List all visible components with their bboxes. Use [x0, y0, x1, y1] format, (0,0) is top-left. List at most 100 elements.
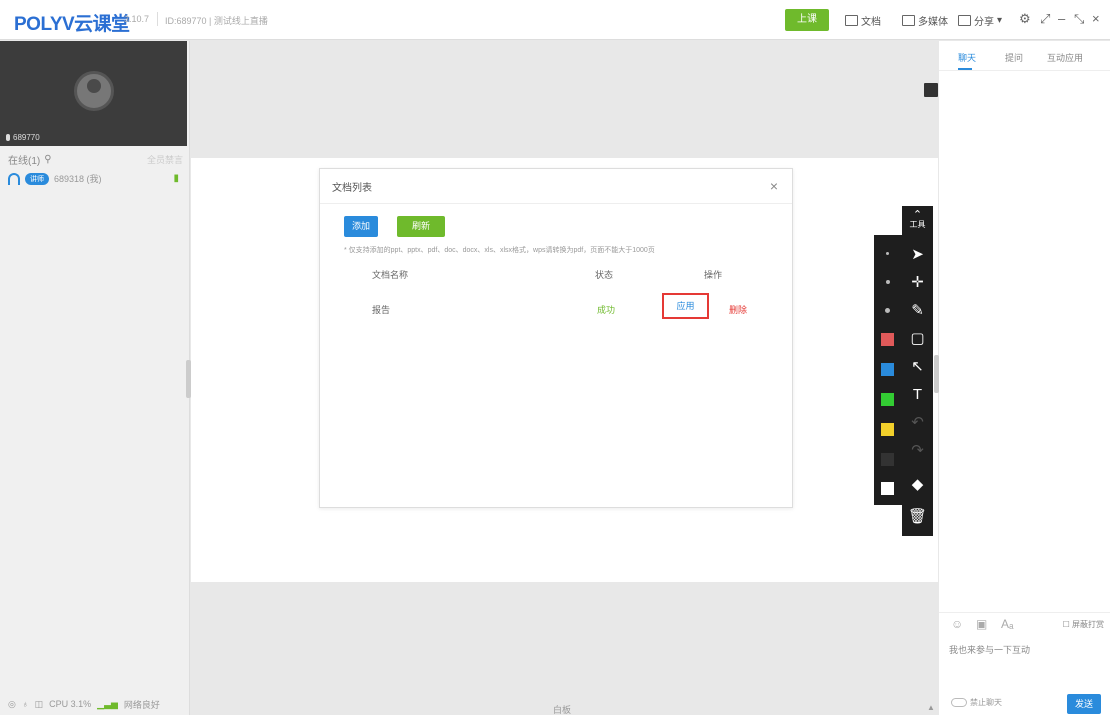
document-status: 成功 — [597, 305, 616, 315]
signal-icon: ▁▃▅ — [97, 698, 118, 709]
brush-size-large[interactable] — [885, 308, 890, 313]
emoji-icon[interactable]: ☺ — [951, 617, 963, 631]
laser-pointer-icon[interactable]: ✛ — [902, 270, 933, 296]
dialog-header: 文档列表 × — [320, 169, 792, 204]
apply-document-button[interactable]: 应用 — [662, 293, 709, 319]
status-bar: ◎ ♁ ◫ CPU 3.1% ▁▃▅ 网络良好 — [0, 693, 187, 715]
video-user-label: 689770 — [6, 133, 40, 142]
settings-small-icon[interactable]: ◎ — [8, 699, 16, 710]
fullscreen-icon[interactable] — [924, 83, 938, 97]
text-icon[interactable]: T — [902, 382, 933, 408]
user-list-item[interactable]: 讲师 689318 (我) ▮ — [8, 172, 183, 185]
document-name: 报告 — [372, 305, 391, 315]
chat-tabs: 聊天 提问 互动应用 — [939, 41, 1110, 71]
dialog-title: 文档列表 — [332, 182, 372, 194]
role-badge: 讲师 — [25, 172, 49, 185]
whiteboard-toolbar: ⌃ 工具 ➤ ✛ ✎ ▢ ↖ T ↶ ↷ ◆ 🗑 — [902, 206, 933, 536]
app-logo: POLYV云课堂 — [14, 14, 130, 35]
folder-icon — [845, 15, 858, 26]
add-document-button[interactable]: 添加 — [344, 216, 378, 237]
right-panel: 聊天 提问 互动应用 ☺ ▣ Aₐ ☐ 屏蔽打赏 我也来参与一下互动 禁止聊天 … — [939, 41, 1110, 715]
mute-all-link[interactable]: 全员禁言 — [147, 153, 183, 166]
chat-input[interactable]: 我也来参与一下互动 — [949, 643, 1030, 656]
left-panel: 689770 在线(1) ⚲ 全员禁言 讲师 689318 (我) ▮ ◎ ♁ … — [0, 41, 190, 715]
chevron-up-icon[interactable]: ⌃ — [902, 210, 933, 221]
pen-icon[interactable]: ✎ — [902, 298, 933, 324]
mic-icon — [6, 134, 10, 141]
image-icon[interactable]: ▣ — [976, 617, 987, 631]
whiteboard-label: 白板 — [553, 705, 572, 715]
camera-status-icon[interactable]: ◫ — [35, 699, 44, 710]
delete-document-button[interactable]: 删除 — [729, 303, 747, 316]
toolbar-toggle-label[interactable]: 工具 — [902, 220, 933, 230]
multimedia-button[interactable]: 多媒体 — [902, 13, 948, 28]
cpu-usage: CPU 3.1% — [49, 699, 92, 709]
select-pointer-icon[interactable]: ➤ — [902, 242, 933, 268]
search-icon[interactable]: ⚲ — [44, 154, 51, 165]
color-swatch-black[interactable] — [881, 453, 894, 466]
share-button[interactable]: 分享 ▾ — [958, 13, 1002, 28]
chevron-up-small-icon[interactable]: ▲ — [927, 703, 935, 712]
redo-icon[interactable]: ↷ — [902, 438, 933, 464]
arrow-icon[interactable]: ↖ — [902, 354, 933, 380]
active-tab-indicator — [958, 68, 972, 70]
session-info: ID:689770 | 测试线上直播 — [165, 16, 268, 26]
color-swatch-red[interactable] — [881, 333, 894, 346]
brush-size-medium[interactable] — [886, 280, 890, 284]
tab-interactive-apps[interactable]: 互动应用 — [1047, 51, 1083, 64]
chat-footer: 禁止聊天 发送 — [939, 691, 1110, 715]
refresh-button[interactable]: 刷新 — [397, 216, 445, 237]
docs-label: 文档 — [861, 17, 881, 28]
share-label: 分享 — [974, 17, 994, 28]
eraser-icon[interactable]: ◆ — [902, 472, 933, 498]
tab-chat[interactable]: 聊天 — [958, 51, 976, 64]
rectangle-icon[interactable]: ▢ — [902, 326, 933, 352]
font-size-icon[interactable]: Aₐ — [1001, 617, 1013, 631]
mic-status-icon[interactable]: ♁ — [22, 699, 29, 709]
multimedia-icon — [902, 15, 915, 26]
app-version: 3.10.7 — [124, 14, 150, 24]
online-count: 在线(1) — [8, 156, 41, 167]
undo-icon[interactable]: ↶ — [902, 410, 933, 436]
column-header-status: 状态 — [595, 270, 614, 280]
user-name: 689318 (我) — [54, 174, 102, 184]
upload-note: * 仅支持添加的ppt、pptx、pdf、doc、docx、xls、xlsx格式… — [344, 247, 655, 254]
title-divider — [157, 12, 158, 26]
minimize-icon[interactable]: – — [1058, 11, 1065, 26]
user-mic-icon[interactable]: ▮ — [173, 173, 179, 184]
trash-icon[interactable]: 🗑 — [902, 504, 933, 530]
ban-chat-toggle[interactable]: 禁止聊天 — [951, 697, 1002, 708]
restore-icon[interactable]: ⤢ — [1040, 11, 1050, 27]
start-class-button[interactable]: 上课 — [785, 9, 829, 31]
brush-size-small[interactable] — [886, 252, 889, 255]
online-header: 在线(1) ⚲ 全员禁言 — [8, 152, 183, 167]
close-icon[interactable]: × — [770, 178, 778, 194]
chat-toolbar: ☺ ▣ Aₐ ☐ 屏蔽打赏 — [939, 612, 1110, 636]
video-user-id: 689770 — [13, 133, 40, 142]
headset-icon — [8, 172, 20, 185]
ban-chat-label: 禁止聊天 — [970, 698, 1002, 707]
color-swatch-white[interactable] — [881, 482, 894, 495]
block-reward-checkbox[interactable]: ☐ 屏蔽打赏 — [1063, 619, 1104, 630]
multimedia-label: 多媒体 — [918, 17, 948, 28]
send-button[interactable]: 发送 — [1067, 694, 1101, 714]
color-swatch-blue[interactable] — [881, 363, 894, 376]
close-icon[interactable]: × — [1092, 11, 1100, 26]
color-palette — [874, 235, 902, 505]
settings-icon[interactable]: ⚙ — [1019, 11, 1031, 27]
share-dropdown-icon: ▾ — [997, 15, 1003, 26]
column-header-name: 文档名称 — [372, 270, 409, 280]
document-list-dialog: 文档列表 × 添加 刷新 * 仅支持添加的ppt、pptx、pdf、doc、do… — [319, 168, 793, 508]
share-icon — [958, 15, 971, 26]
tab-qa[interactable]: 提问 — [1005, 51, 1023, 64]
toggle-switch[interactable] — [951, 698, 967, 707]
maximize-icon[interactable]: ⤡ — [1074, 11, 1084, 27]
color-swatch-yellow[interactable] — [881, 423, 894, 436]
color-swatch-green[interactable] — [881, 393, 894, 406]
column-header-action: 操作 — [704, 270, 723, 280]
avatar — [74, 71, 114, 111]
docs-button[interactable]: 文档 — [845, 13, 881, 28]
network-status: 网络良好 — [123, 699, 160, 710]
teacher-video: 689770 — [0, 41, 187, 146]
title-bar: POLYV云课堂 3.10.7 ID:689770 | 测试线上直播 上课 文档… — [0, 0, 1110, 40]
